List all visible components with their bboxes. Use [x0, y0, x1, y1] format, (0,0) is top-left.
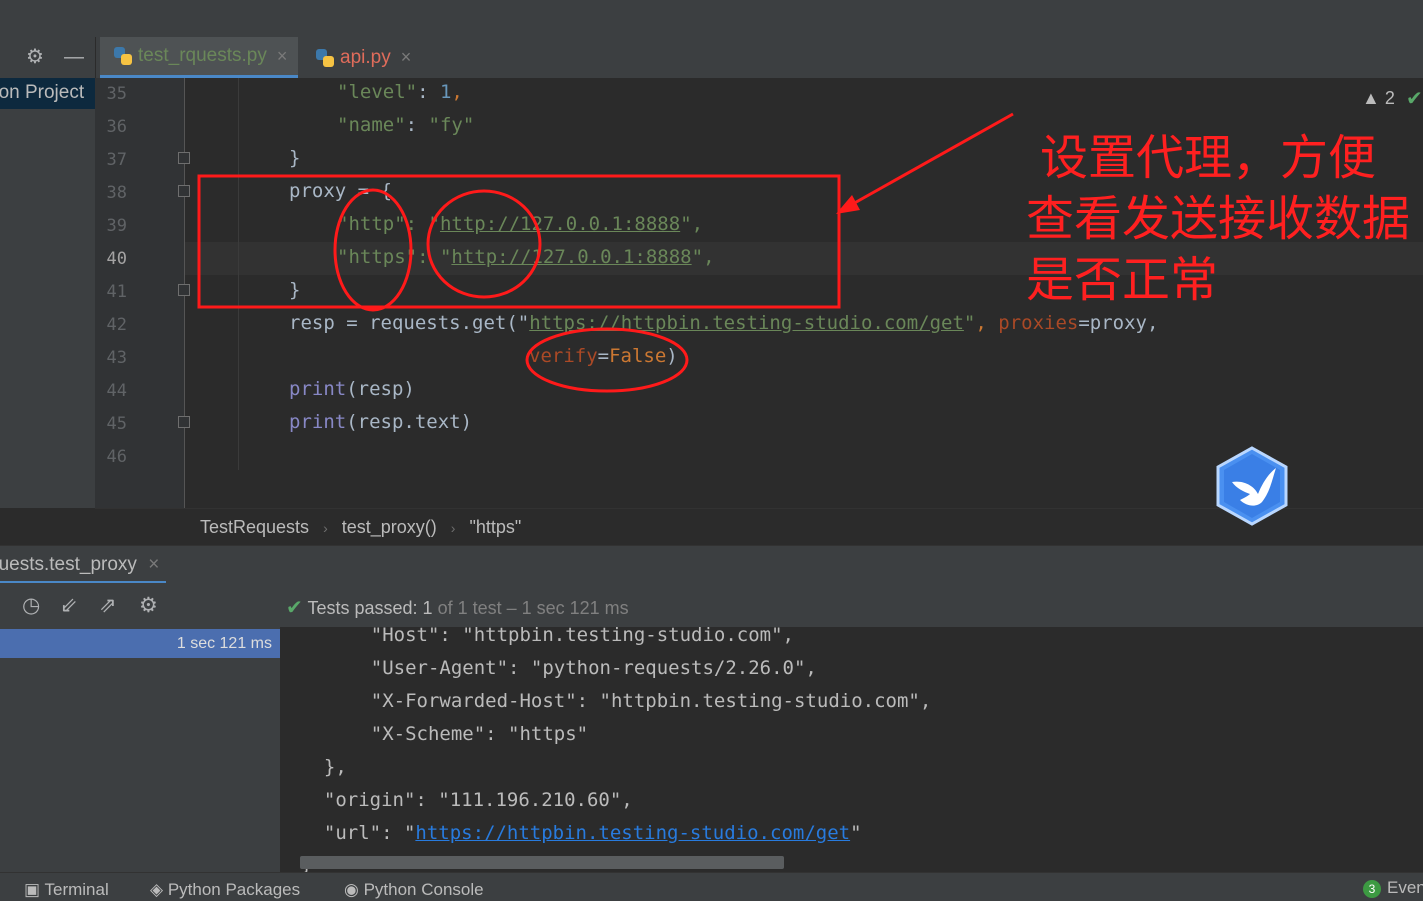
indent-guide	[238, 78, 239, 470]
console-line: "origin": "111.196.210.60",	[301, 789, 633, 811]
check-icon: ✔	[286, 597, 303, 619]
code-line-43: verify=False)	[529, 345, 678, 367]
code-line-45: print(resp.text)	[289, 411, 473, 433]
python-file-icon	[316, 48, 334, 67]
console-line: "User-Agent": "python-requests/2.26.0",	[325, 657, 817, 679]
breadcrumb-class[interactable]: TestRequests	[200, 517, 309, 538]
line-number: 46	[106, 447, 127, 467]
code-line-44: print(resp)	[289, 378, 415, 400]
tests-status: ✔ Tests passed: 1 of 1 test – 1 sec 121 …	[286, 597, 629, 619]
horizontal-scrollbar[interactable]	[300, 856, 784, 869]
gear-icon[interactable]: ⚙	[139, 593, 158, 618]
terminal-button[interactable]: ▣ Terminal	[24, 880, 109, 900]
code-line-39: "http": "http://127.0.0.1:8888",	[337, 213, 704, 235]
title-bar	[0, 0, 1423, 37]
code-line-41: }	[289, 279, 301, 301]
warning-icon: ▲	[1362, 88, 1380, 108]
line-number: 35	[106, 84, 127, 104]
line-number-current: 40	[106, 249, 127, 269]
fold-marker-icon[interactable]	[178, 152, 190, 164]
breadcrumb-key[interactable]: "https"	[469, 517, 521, 538]
python-packages-button[interactable]: ◈ Python Packages	[150, 880, 300, 900]
line-number: 38	[106, 183, 127, 203]
line-gutter: 35 36 37 38 39 40 41 42 43 44 45 46	[95, 78, 185, 508]
events-badge: 3	[1363, 880, 1381, 898]
tab-label: api.py	[340, 46, 391, 68]
check-icon[interactable]: ✔	[1406, 86, 1423, 111]
python-icon: ◉	[344, 880, 359, 899]
python-file-icon	[114, 47, 132, 65]
line-number: 36	[106, 117, 127, 137]
close-icon[interactable]: ×	[148, 554, 159, 575]
tab-label: test_rquests.py	[138, 45, 267, 66]
run-console-output[interactable]: "Host": "httpbin.testing-studio.com", "U…	[281, 627, 1423, 872]
project-toolbar: ⚙ —	[0, 37, 96, 78]
history-icon[interactable]: ◷	[22, 593, 40, 618]
tool-window-bar: ▣ Terminal ◈ Python Packages ◉ Python Co…	[0, 872, 1423, 901]
terminal-icon: ▣	[24, 880, 41, 899]
breadcrumb-function[interactable]: test_proxy()	[342, 517, 437, 538]
code-line-36: "name": "fy"	[337, 114, 475, 136]
line-number: 41	[106, 282, 127, 302]
fold-marker-icon[interactable]	[178, 284, 190, 296]
editor-tabs-bar: test_rquests.py × api.py ×	[0, 37, 1423, 79]
run-toolbar: ◷ ⇙ ⇗ ⚙ ✔ Tests passed: 1 of 1 test – 1 …	[0, 583, 1423, 627]
url-link[interactable]: https://httpbin.testing-studio.com/get	[415, 822, 850, 844]
export-tests-icon[interactable]: ⇗	[99, 593, 117, 618]
code-line-40: "https": "http://127.0.0.1:8888",	[337, 246, 715, 268]
code-line-38: proxy = {	[289, 180, 392, 202]
run-tool-window-tabs: quests.test_proxy ×	[0, 545, 1423, 584]
close-icon[interactable]: ×	[277, 46, 288, 67]
close-icon[interactable]: ×	[401, 47, 412, 68]
test-tree-row[interactable]: 1 sec 121 ms	[0, 629, 280, 658]
line-number: 43	[106, 348, 127, 368]
python-console-button[interactable]: ◉ Python Console	[344, 880, 484, 900]
console-line: "X-Forwarded-Host": "httpbin.testing-stu…	[325, 690, 932, 712]
line-number: 44	[106, 381, 127, 401]
line-number: 42	[106, 315, 127, 335]
line-number: 37	[106, 150, 127, 170]
line-number: 39	[106, 216, 127, 236]
chevron-right-icon: ›	[323, 519, 328, 536]
fold-marker-icon[interactable]	[178, 416, 190, 428]
fold-marker-icon[interactable]	[178, 185, 190, 197]
code-line-37: }	[289, 147, 301, 169]
test-results-tree: 1 sec 121 ms	[0, 627, 281, 872]
event-log-button[interactable]: 3 Even	[1363, 878, 1423, 898]
annotation-note: 设置代理，方便 查看发送接收数据 是否正常	[1026, 130, 1411, 308]
gear-icon[interactable]: ⚙	[26, 47, 44, 67]
code-line-35: "level": 1,	[337, 81, 463, 103]
line-number: 45	[106, 414, 127, 434]
tab-test-rquests[interactable]: test_rquests.py ×	[100, 37, 298, 78]
console-line: "X-Scheme": "https"	[325, 723, 589, 745]
bird-logo-icon	[1216, 446, 1288, 526]
import-tests-icon[interactable]: ⇙	[60, 593, 78, 618]
console-line: "Host": "httpbin.testing-studio.com",	[325, 627, 794, 646]
inspection-widget[interactable]: ▲ 2	[1362, 88, 1395, 109]
console-line-url: "url": "https://httpbin.testing-studio.c…	[301, 822, 862, 844]
tab-api[interactable]: api.py ×	[316, 37, 411, 78]
run-tab-test-proxy[interactable]: quests.test_proxy ×	[0, 546, 166, 584]
layers-icon: ◈	[150, 880, 164, 899]
minus-icon[interactable]: —	[64, 47, 84, 67]
chevron-right-icon: ›	[450, 519, 456, 536]
project-panel: hon Project	[0, 78, 95, 508]
project-root-item[interactable]: hon Project	[0, 78, 95, 109]
code-line-42: resp = requests.get("https://httpbin.tes…	[289, 312, 1159, 334]
console-line: },	[301, 756, 347, 778]
